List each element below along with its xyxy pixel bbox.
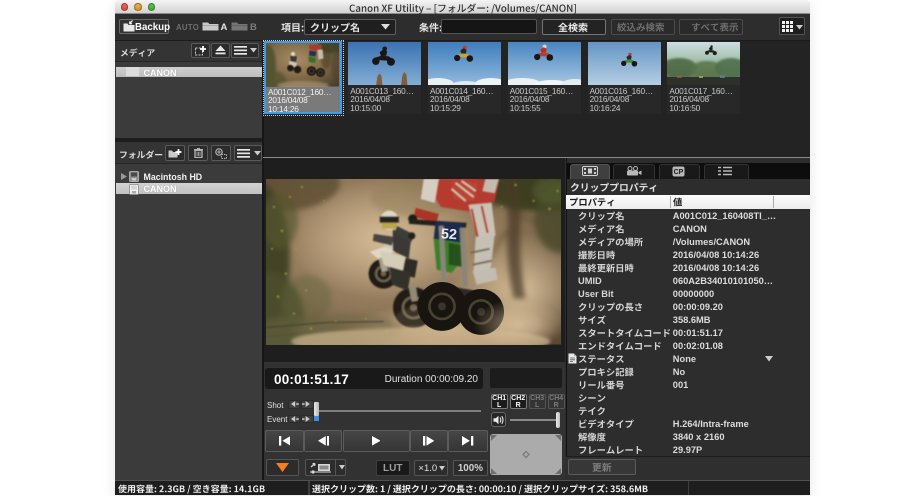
svg-text:52: 52 xyxy=(440,226,457,243)
svg-text:CP: CP xyxy=(673,169,683,176)
